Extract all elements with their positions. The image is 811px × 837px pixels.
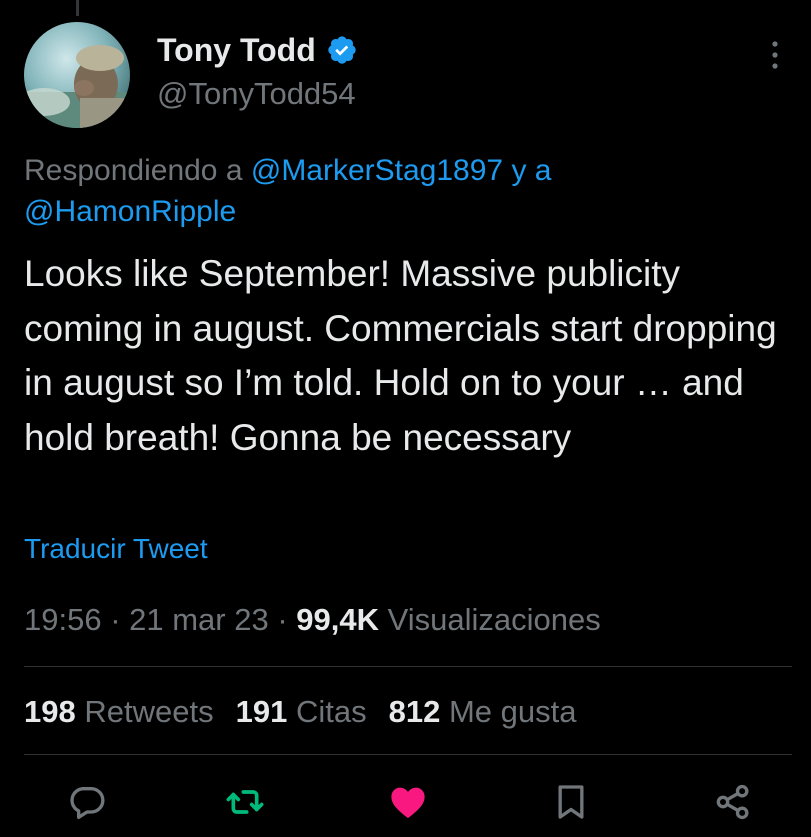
views-count: 99,4K: [296, 602, 380, 637]
verified-badge-icon: [328, 36, 356, 64]
quotes-stat[interactable]: 191 Citas: [236, 694, 367, 729]
action-bar: [0, 770, 811, 832]
bookmark-icon: [558, 785, 584, 819]
replying-to-joiner: y a: [503, 154, 552, 187]
retweets-label: Retweets: [84, 694, 214, 729]
quotes-count: 191: [235, 694, 288, 729]
engagement-stats: 198 Retweets 191 Citas 812 Me gusta: [24, 691, 576, 733]
author-name-row[interactable]: Tony Todd: [157, 30, 358, 70]
more-options-button[interactable]: [760, 38, 790, 72]
like-icon: [391, 787, 425, 819]
likes-stat[interactable]: 812 Me gusta: [389, 694, 577, 729]
reply-icon: [70, 787, 105, 819]
replying-to-prefix: Respondiendo a: [24, 154, 251, 187]
retweet-button[interactable]: [223, 780, 267, 824]
replying-to: Respondiendo a @MarkerStag1897 y a @Hamon…: [24, 150, 784, 232]
divider: [24, 666, 792, 667]
tweet-text: Looks like September! Massive publicity …: [24, 253, 777, 458]
mention-link-1[interactable]: @MarkerStag1897: [251, 154, 503, 187]
translate-tweet-link[interactable]: Traducir Tweet: [24, 530, 208, 568]
share-icon: [716, 784, 749, 820]
like-button[interactable]: [386, 780, 430, 824]
reply-button[interactable]: [65, 780, 109, 824]
meta-separator: ·: [101, 602, 130, 637]
tweet-metadata: 19:56 · 21 mar 23 · 99,4K Visualizacione…: [24, 599, 601, 641]
mention-link-2[interactable]: @HamonRipple: [24, 195, 236, 228]
thread-connector-line: [76, 0, 79, 16]
retweet-icon: [226, 790, 264, 814]
likes-count: 812: [388, 694, 441, 729]
avatar[interactable]: [24, 22, 130, 128]
tweet-date[interactable]: 21 mar 23: [129, 602, 269, 637]
quotes-label: Citas: [295, 694, 367, 729]
share-button[interactable]: [711, 780, 755, 824]
author-display-name[interactable]: Tony Todd: [157, 30, 316, 70]
more-vertical-icon: [772, 41, 778, 69]
avatar-photo: [24, 22, 130, 128]
retweets-count: 198: [24, 694, 76, 729]
author-handle[interactable]: @TonyTodd54: [157, 74, 356, 114]
tweet-time[interactable]: 19:56: [24, 602, 102, 637]
divider: [24, 754, 792, 755]
views-label: Visualizaciones: [387, 602, 601, 637]
retweets-stat[interactable]: 198 Retweets: [24, 694, 214, 729]
likes-label: Me gusta: [448, 694, 577, 729]
meta-separator: ·: [268, 602, 297, 637]
bookmark-button[interactable]: [549, 780, 593, 824]
